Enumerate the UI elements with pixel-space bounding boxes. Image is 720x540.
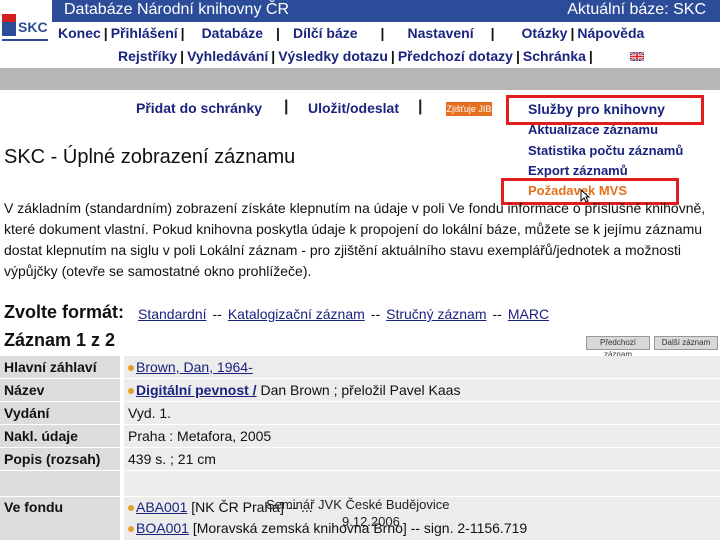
menu-separator: | [515,48,520,64]
menu-separator: | [380,25,385,41]
field-label-holdings: Ve fondu [0,497,120,540]
holding-row: BOA001 [Moravská zemská knihovna Brno] -… [128,518,720,539]
action-separator: | [284,98,289,115]
action-separator: | [418,98,423,115]
format-separator: -- [370,306,381,322]
record-table: Hlavní záhlaví Brown, Dan, 1964- Název D… [0,356,720,540]
seminar-date-text: 9.12.2006 [342,514,400,529]
secondary-menu: Rejstříky | Vyhledávání | Výsledky dotazu |… [112,46,645,66]
field-spacer [124,471,720,496]
field-value-edition: Vyd. 1. [124,402,720,424]
menu-separator: | [570,25,575,41]
field-label-publisher: Nakl. údaje [0,425,120,447]
seminar-footer-text: Seminář JVK České Budějovice [266,497,450,512]
menu-konec[interactable]: Konec [58,25,101,41]
holding-sigla-link[interactable]: BOA001 [136,520,189,536]
field-value-publisher: Praha : Metafora, 2005 [124,425,720,447]
holding-sigla-link[interactable]: ABA001 [136,499,187,515]
page-title: SKC - Úplné zobrazení záznamu [4,146,296,168]
skc-logo: SKC [0,10,52,46]
menu-napoveda[interactable]: Nápověda [577,25,644,41]
format-label: Zvolte formát: [4,302,125,322]
menu-prihlaseni[interactable]: Přihlášení [111,25,178,41]
menu-separator: | [271,48,276,64]
menu-otazky[interactable]: Otázky [522,25,568,41]
title-responsibility: Dan Brown ; přeložil Pavel Kaas [256,382,461,398]
header-divider-band [0,68,720,90]
bullet-icon [128,365,134,372]
record-counter: Záznam 1 z 2 [4,330,116,350]
save-send-link[interactable]: Uložit/odeslat [308,100,399,116]
menu-separator: | [180,25,185,41]
author-link[interactable]: Brown, Dan, 1964- [136,359,253,375]
dropdown-record-statistics[interactable]: Statistika počtu záznamů [528,143,683,158]
menu-nastaveni[interactable]: Nastavení [407,25,473,41]
english-flag-icon[interactable] [629,48,645,64]
primary-menu: Konec | Přihlášení | Databáze | Dílčí báze |… [58,24,714,42]
menu-dilci-baze[interactable]: Dílčí báze [293,25,358,41]
format-separator: -- [492,306,502,322]
title-link[interactable]: Digitální pevnost / [136,382,257,398]
menu-separator: | [490,25,495,41]
next-record-button[interactable]: Další záznam [654,336,718,350]
field-label-main-heading: Hlavní záhlaví [0,356,120,378]
format-options: Standardní -- Katalogizační záznam -- Stručn… [138,306,549,322]
menu-rejstriky[interactable]: Rejstříky [118,48,177,64]
field-label-title: Název [0,379,120,401]
menu-databaze[interactable]: Databáze [202,25,263,41]
field-spacer [0,471,120,496]
format-catalog-link[interactable]: Katalogizační záznam [228,306,365,322]
field-value-title: Digitální pevnost / Dan Brown ; přeložil… [124,379,720,401]
format-separator: -- [212,306,222,322]
format-standard-link[interactable]: Standardní [138,306,207,322]
highlight-box-services [506,95,704,125]
add-to-basket-link[interactable]: Přidat do schránky [136,100,262,116]
zjistuje-jib-button[interactable]: Zjišťuje JIB [446,102,492,116]
previous-record-button[interactable]: Předchozí záznam [586,336,650,359]
logo-text: SKC [18,19,48,35]
bullet-icon [128,526,134,533]
menu-separator: | [276,25,280,41]
dropdown-export-records[interactable]: Export záznamů [528,163,628,178]
database-title: Databáze Národní knihovny ČR [64,1,290,18]
intro-text: V základním (standardním) zobrazení získ… [4,200,706,279]
bullet-icon [128,388,134,395]
field-value-description: 439 s. ; 21 cm [124,448,720,470]
menu-predchozi-dotazy[interactable]: Předchozí dotazy [398,48,513,64]
menu-schranka[interactable]: Schránka [523,48,586,64]
bullet-icon [128,505,134,512]
field-value-main-heading: Brown, Dan, 1964- [124,356,720,378]
menu-vysledky-dotazu[interactable]: Výsledky dotazu [278,48,388,64]
field-label-description: Popis (rozsah) [0,448,120,470]
format-brief-link[interactable]: Stručný záznam [386,306,486,322]
title-bar: Databáze Národní knihovny ČR Aktuální bá… [52,0,720,22]
current-base-label: Aktuální báze: SKC [567,1,706,18]
menu-separator: | [180,48,185,64]
menu-separator: | [103,25,108,41]
field-label-edition: Vydání [0,402,120,424]
menu-vyhledavani[interactable]: Vyhledávání [187,48,268,64]
menu-separator: | [588,48,593,64]
format-marc-link[interactable]: MARC [508,306,549,322]
app-header: SKC Databáze Národní knihovny ČR Aktuáln… [0,0,720,68]
menu-separator: | [390,48,395,64]
